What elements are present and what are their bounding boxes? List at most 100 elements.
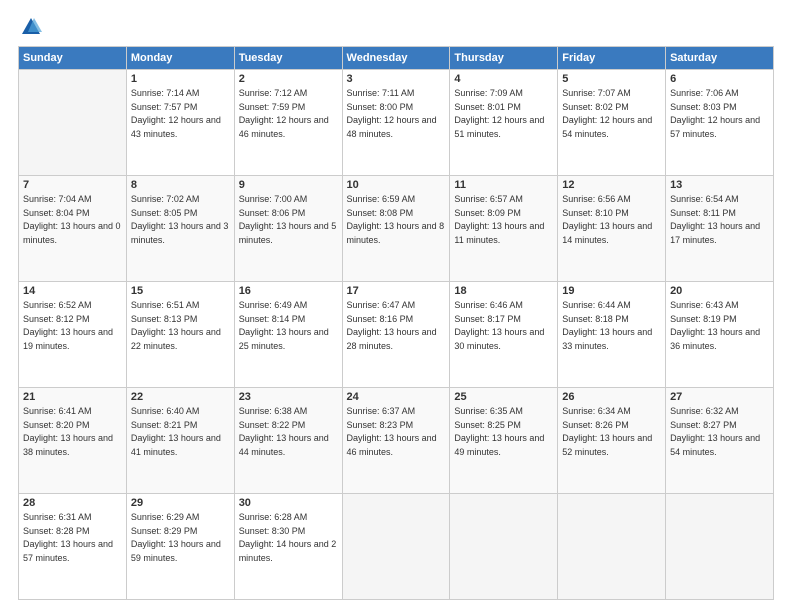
day-number: 28 xyxy=(23,497,122,509)
day-info: Sunrise: 6:52 AMSunset: 8:12 PMDaylight:… xyxy=(23,299,122,353)
calendar-day-header: Monday xyxy=(126,47,234,70)
calendar-cell: 27 Sunrise: 6:32 AMSunset: 8:27 PMDayligh… xyxy=(666,388,774,494)
calendar-cell: 1 Sunrise: 7:14 AMSunset: 7:57 PMDaylight… xyxy=(126,70,234,176)
day-info: Sunrise: 7:04 AMSunset: 8:04 PMDaylight:… xyxy=(23,193,122,247)
day-info: Sunrise: 6:29 AMSunset: 8:29 PMDaylight:… xyxy=(131,511,230,565)
calendar-week-row: 21 Sunrise: 6:41 AMSunset: 8:20 PMDayligh… xyxy=(19,388,774,494)
calendar-cell: 29 Sunrise: 6:29 AMSunset: 8:29 PMDayligh… xyxy=(126,494,234,600)
day-number: 9 xyxy=(239,179,338,191)
calendar-day-header: Thursday xyxy=(450,47,558,70)
day-number: 8 xyxy=(131,179,230,191)
calendar-cell: 6 Sunrise: 7:06 AMSunset: 8:03 PMDaylight… xyxy=(666,70,774,176)
day-number: 19 xyxy=(562,285,661,297)
calendar-week-row: 14 Sunrise: 6:52 AMSunset: 8:12 PMDayligh… xyxy=(19,282,774,388)
day-info: Sunrise: 7:02 AMSunset: 8:05 PMDaylight:… xyxy=(131,193,230,247)
page: SundayMondayTuesdayWednesdayThursdayFrid… xyxy=(0,0,792,612)
day-number: 6 xyxy=(670,73,769,85)
day-number: 13 xyxy=(670,179,769,191)
calendar-cell xyxy=(558,494,666,600)
day-info: Sunrise: 7:00 AMSunset: 8:06 PMDaylight:… xyxy=(239,193,338,247)
day-info: Sunrise: 6:38 AMSunset: 8:22 PMDaylight:… xyxy=(239,405,338,459)
day-number: 29 xyxy=(131,497,230,509)
day-info: Sunrise: 6:37 AMSunset: 8:23 PMDaylight:… xyxy=(347,405,446,459)
calendar-cell xyxy=(450,494,558,600)
day-info: Sunrise: 6:46 AMSunset: 8:17 PMDaylight:… xyxy=(454,299,553,353)
calendar-week-row: 7 Sunrise: 7:04 AMSunset: 8:04 PMDaylight… xyxy=(19,176,774,282)
day-info: Sunrise: 6:47 AMSunset: 8:16 PMDaylight:… xyxy=(347,299,446,353)
day-number: 14 xyxy=(23,285,122,297)
calendar-day-header: Sunday xyxy=(19,47,127,70)
calendar-cell: 16 Sunrise: 6:49 AMSunset: 8:14 PMDayligh… xyxy=(234,282,342,388)
day-info: Sunrise: 6:31 AMSunset: 8:28 PMDaylight:… xyxy=(23,511,122,565)
calendar-cell: 7 Sunrise: 7:04 AMSunset: 8:04 PMDaylight… xyxy=(19,176,127,282)
calendar-cell: 9 Sunrise: 7:00 AMSunset: 8:06 PMDaylight… xyxy=(234,176,342,282)
calendar-day-header: Friday xyxy=(558,47,666,70)
calendar-week-row: 28 Sunrise: 6:31 AMSunset: 8:28 PMDayligh… xyxy=(19,494,774,600)
day-number: 24 xyxy=(347,391,446,403)
calendar-cell: 23 Sunrise: 6:38 AMSunset: 8:22 PMDayligh… xyxy=(234,388,342,494)
calendar-cell: 12 Sunrise: 6:56 AMSunset: 8:10 PMDayligh… xyxy=(558,176,666,282)
day-number: 15 xyxy=(131,285,230,297)
day-info: Sunrise: 7:07 AMSunset: 8:02 PMDaylight:… xyxy=(562,87,661,141)
day-number: 21 xyxy=(23,391,122,403)
calendar-week-row: 1 Sunrise: 7:14 AMSunset: 7:57 PMDaylight… xyxy=(19,70,774,176)
day-info: Sunrise: 6:51 AMSunset: 8:13 PMDaylight:… xyxy=(131,299,230,353)
day-info: Sunrise: 6:57 AMSunset: 8:09 PMDaylight:… xyxy=(454,193,553,247)
calendar-cell: 14 Sunrise: 6:52 AMSunset: 8:12 PMDayligh… xyxy=(19,282,127,388)
calendar-cell: 28 Sunrise: 6:31 AMSunset: 8:28 PMDayligh… xyxy=(19,494,127,600)
logo xyxy=(18,16,42,38)
calendar-cell: 24 Sunrise: 6:37 AMSunset: 8:23 PMDayligh… xyxy=(342,388,450,494)
calendar-day-header: Wednesday xyxy=(342,47,450,70)
calendar-cell: 25 Sunrise: 6:35 AMSunset: 8:25 PMDayligh… xyxy=(450,388,558,494)
day-info: Sunrise: 6:59 AMSunset: 8:08 PMDaylight:… xyxy=(347,193,446,247)
day-info: Sunrise: 7:06 AMSunset: 8:03 PMDaylight:… xyxy=(670,87,769,141)
calendar-table: SundayMondayTuesdayWednesdayThursdayFrid… xyxy=(18,46,774,600)
day-number: 5 xyxy=(562,73,661,85)
day-number: 16 xyxy=(239,285,338,297)
day-number: 1 xyxy=(131,73,230,85)
day-number: 10 xyxy=(347,179,446,191)
calendar-cell: 4Sunrise: 7:09 AMSunset: 8:01 PMDaylight… xyxy=(450,70,558,176)
calendar-cell: 22Sunrise: 6:40 AMSunset: 8:21 PMDayligh… xyxy=(126,388,234,494)
day-info: Sunrise: 6:56 AMSunset: 8:10 PMDaylight:… xyxy=(562,193,661,247)
calendar-day-header: Tuesday xyxy=(234,47,342,70)
day-number: 30 xyxy=(239,497,338,509)
day-info: Sunrise: 6:44 AMSunset: 8:18 PMDaylight:… xyxy=(562,299,661,353)
calendar-cell xyxy=(342,494,450,600)
calendar-cell: 13 Sunrise: 6:54 AMSunset: 8:11 PMDayligh… xyxy=(666,176,774,282)
day-number: 23 xyxy=(239,391,338,403)
day-number: 3 xyxy=(347,73,446,85)
day-info: Sunrise: 6:32 AMSunset: 8:27 PMDaylight:… xyxy=(670,405,769,459)
calendar-cell: 21 Sunrise: 6:41 AMSunset: 8:20 PMDayligh… xyxy=(19,388,127,494)
day-info: Sunrise: 6:43 AMSunset: 8:19 PMDaylight:… xyxy=(670,299,769,353)
calendar-cell: 17 Sunrise: 6:47 AMSunset: 8:16 PMDayligh… xyxy=(342,282,450,388)
calendar-header-row: SundayMondayTuesdayWednesdayThursdayFrid… xyxy=(19,47,774,70)
day-info: Sunrise: 7:14 AMSunset: 7:57 PMDaylight:… xyxy=(131,87,230,141)
calendar-cell: 11Sunrise: 6:57 AMSunset: 8:09 PMDayligh… xyxy=(450,176,558,282)
day-number: 12 xyxy=(562,179,661,191)
day-info: Sunrise: 6:41 AMSunset: 8:20 PMDaylight:… xyxy=(23,405,122,459)
day-number: 17 xyxy=(347,285,446,297)
calendar-cell: 2Sunrise: 7:12 AMSunset: 7:59 PMDaylight… xyxy=(234,70,342,176)
calendar-cell xyxy=(19,70,127,176)
calendar-day-header: Saturday xyxy=(666,47,774,70)
day-number: 25 xyxy=(454,391,553,403)
day-number: 27 xyxy=(670,391,769,403)
day-number: 20 xyxy=(670,285,769,297)
day-info: Sunrise: 6:35 AMSunset: 8:25 PMDaylight:… xyxy=(454,405,553,459)
day-info: Sunrise: 7:09 AMSunset: 8:01 PMDaylight:… xyxy=(454,87,553,141)
calendar-cell: 18 Sunrise: 6:46 AMSunset: 8:17 PMDayligh… xyxy=(450,282,558,388)
day-number: 7 xyxy=(23,179,122,191)
day-info: Sunrise: 7:11 AMSunset: 8:00 PMDaylight:… xyxy=(347,87,446,141)
calendar-cell: 8 Sunrise: 7:02 AMSunset: 8:05 PMDaylight… xyxy=(126,176,234,282)
day-number: 22 xyxy=(131,391,230,403)
logo-icon xyxy=(20,16,42,38)
day-info: Sunrise: 6:34 AMSunset: 8:26 PMDaylight:… xyxy=(562,405,661,459)
day-info: Sunrise: 6:49 AMSunset: 8:14 PMDaylight:… xyxy=(239,299,338,353)
day-info: Sunrise: 6:54 AMSunset: 8:11 PMDaylight:… xyxy=(670,193,769,247)
calendar-cell xyxy=(666,494,774,600)
day-number: 2 xyxy=(239,73,338,85)
calendar-cell: 26 Sunrise: 6:34 AMSunset: 8:26 PMDayligh… xyxy=(558,388,666,494)
day-number: 26 xyxy=(562,391,661,403)
day-number: 18 xyxy=(454,285,553,297)
